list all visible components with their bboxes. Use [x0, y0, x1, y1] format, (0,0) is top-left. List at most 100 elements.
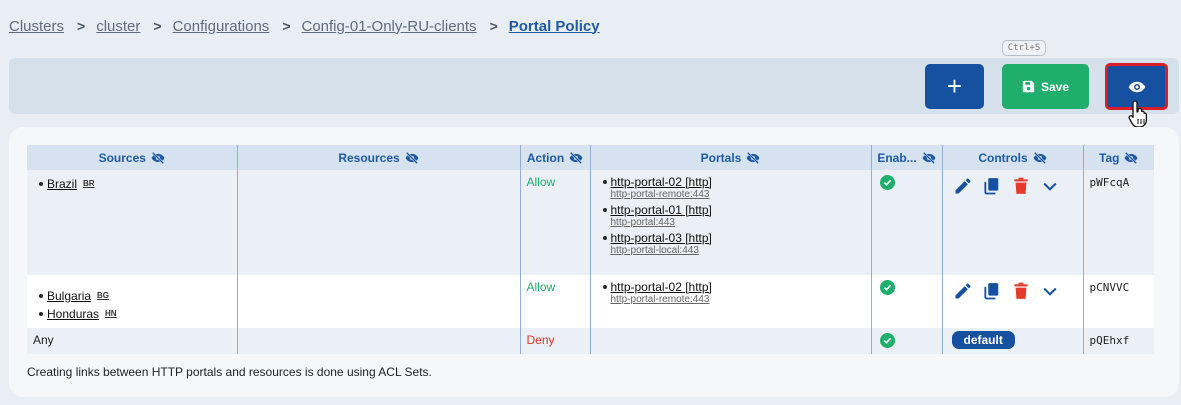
- portals-cell: http-portal-02 [http] http-portal-remote…: [590, 170, 872, 275]
- action-cell: Allow: [520, 275, 591, 328]
- resources-cell: [237, 170, 521, 275]
- list-item: Honduras HN: [39, 305, 231, 323]
- breadcrumb-separator: >: [153, 18, 162, 34]
- table-row: Bulgaria BG Honduras HN Allow http-porta…: [27, 275, 1154, 328]
- eye-slash-icon[interactable]: [1033, 151, 1047, 165]
- plus-icon: +: [946, 71, 963, 101]
- bullet: [39, 294, 43, 298]
- breadcrumb-cluster[interactable]: cluster: [96, 18, 140, 35]
- portal-link[interactable]: http-portal-02 [http]: [611, 175, 712, 189]
- resources-cell: [237, 328, 521, 354]
- breadcrumb-separator: >: [77, 18, 86, 34]
- tag-cell: pWFcqA: [1083, 170, 1154, 275]
- portal-address[interactable]: http-portal-local:443: [611, 245, 865, 257]
- add-rule-button[interactable]: +: [925, 64, 984, 109]
- eye-icon: [1128, 81, 1145, 92]
- save-shortcut-hint: Ctrl+S: [1002, 40, 1046, 56]
- list-item: http-portal-02 [http] http-portal-remote…: [602, 280, 865, 306]
- save-button-label: Save: [1040, 79, 1070, 94]
- column-header-enabled[interactable]: Enab...: [871, 145, 943, 170]
- country-code: BG: [97, 291, 110, 300]
- portal-address[interactable]: http-portal:443: [611, 217, 865, 229]
- source-link[interactable]: Bulgaria: [47, 287, 91, 305]
- breadcrumb-configurations[interactable]: Configurations: [173, 18, 270, 35]
- floppy-disk-icon: [1022, 80, 1035, 93]
- column-header-controls[interactable]: Controls: [942, 145, 1084, 170]
- column-header-sources[interactable]: Sources: [27, 145, 238, 170]
- copy-icon[interactable]: [982, 281, 1002, 301]
- enabled-cell: [871, 170, 943, 275]
- sources-cell: Any: [27, 328, 238, 354]
- portal-link[interactable]: http-portal-03 [http]: [611, 231, 712, 245]
- column-header-action[interactable]: Action: [520, 145, 591, 170]
- country-code: HN: [105, 309, 117, 318]
- list-item: http-portal-01 [http] http-portal:443: [602, 203, 865, 229]
- bullet: [602, 236, 607, 240]
- resources-cell: [237, 275, 521, 328]
- check-circle-icon: [879, 175, 895, 190]
- table-row: Any Deny default pQEhxf: [27, 328, 1154, 354]
- country-code: BR: [83, 179, 95, 188]
- list-item: http-portal-03 [http] http-portal-local:…: [602, 231, 865, 257]
- hand-cursor-icon: [1128, 100, 1148, 128]
- source-link[interactable]: Honduras: [47, 305, 99, 323]
- save-button[interactable]: Save: [1002, 64, 1089, 109]
- breadcrumb-clusters[interactable]: Clusters: [9, 18, 64, 35]
- action-value: Allow: [526, 175, 556, 189]
- action-value: Allow: [526, 280, 556, 294]
- tag-cell: pCNVVC: [1083, 275, 1154, 328]
- bullet: [602, 285, 607, 289]
- tag-value: pCNVVC: [1089, 281, 1130, 294]
- eye-slash-icon[interactable]: [569, 151, 583, 165]
- controls-cell: default: [942, 328, 1084, 354]
- bullet: [39, 182, 43, 186]
- eye-slash-icon[interactable]: [405, 151, 419, 165]
- eye-slash-icon[interactable]: [922, 151, 936, 165]
- table-header-row: Sources Resources Action Portals Enab...…: [27, 145, 1154, 170]
- portal-policy-table: Sources Resources Action Portals Enab...…: [27, 145, 1154, 354]
- list-item: http-portal-02 [http] http-portal-remote…: [602, 175, 865, 201]
- list-item: Bulgaria BG: [39, 287, 231, 305]
- trash-icon[interactable]: [1011, 281, 1031, 301]
- portals-cell: http-portal-02 [http] http-portal-remote…: [590, 275, 872, 328]
- table-row: Brazil BR Allow http-portal-02 [http] ht…: [27, 170, 1154, 275]
- footnote: Creating links between HTTP portals and …: [27, 365, 432, 379]
- breadcrumb-config[interactable]: Config-01-Only-RU-clients: [302, 18, 477, 35]
- column-header-tag[interactable]: Tag: [1083, 145, 1154, 170]
- controls-cell: [942, 170, 1084, 275]
- portal-link[interactable]: http-portal-02 [http]: [611, 280, 712, 294]
- check-circle-icon: [879, 280, 895, 295]
- eye-slash-icon[interactable]: [151, 151, 165, 165]
- default-badge: default: [951, 331, 1015, 349]
- portal-address[interactable]: http-portal-remote:443: [611, 189, 865, 201]
- source-link[interactable]: Brazil: [47, 175, 77, 193]
- chevron-down-icon[interactable]: [1040, 281, 1060, 301]
- pencil-icon[interactable]: [953, 176, 973, 196]
- sources-cell: Brazil BR: [27, 170, 238, 275]
- bullet: [602, 208, 607, 212]
- action-cell: Deny: [520, 328, 591, 354]
- action-cell: Allow: [520, 170, 591, 275]
- breadcrumb-current[interactable]: Portal Policy: [509, 18, 600, 35]
- eye-slash-icon[interactable]: [746, 151, 760, 165]
- bullet: [39, 312, 43, 316]
- list-item: Brazil BR: [39, 175, 231, 193]
- chevron-down-icon[interactable]: [1040, 176, 1060, 196]
- eye-slash-icon[interactable]: [1124, 151, 1138, 165]
- column-header-resources[interactable]: Resources: [237, 145, 521, 170]
- sources-cell: Bulgaria BG Honduras HN: [27, 275, 238, 328]
- controls-cell: [942, 275, 1084, 328]
- breadcrumb-separator: >: [282, 18, 291, 34]
- breadcrumb: Clusters > cluster > Configurations > Co…: [9, 16, 600, 36]
- breadcrumb-separator: >: [489, 18, 498, 34]
- column-header-portals[interactable]: Portals: [590, 145, 872, 170]
- bullet: [602, 180, 607, 184]
- portal-address[interactable]: http-portal-remote:443: [611, 294, 865, 306]
- action-value: Deny: [526, 333, 555, 347]
- copy-icon[interactable]: [982, 176, 1002, 196]
- trash-icon[interactable]: [1011, 176, 1031, 196]
- pencil-icon[interactable]: [953, 281, 973, 301]
- source-any: Any: [33, 333, 54, 347]
- portal-link[interactable]: http-portal-01 [http]: [611, 203, 712, 217]
- portals-cell: [590, 328, 872, 354]
